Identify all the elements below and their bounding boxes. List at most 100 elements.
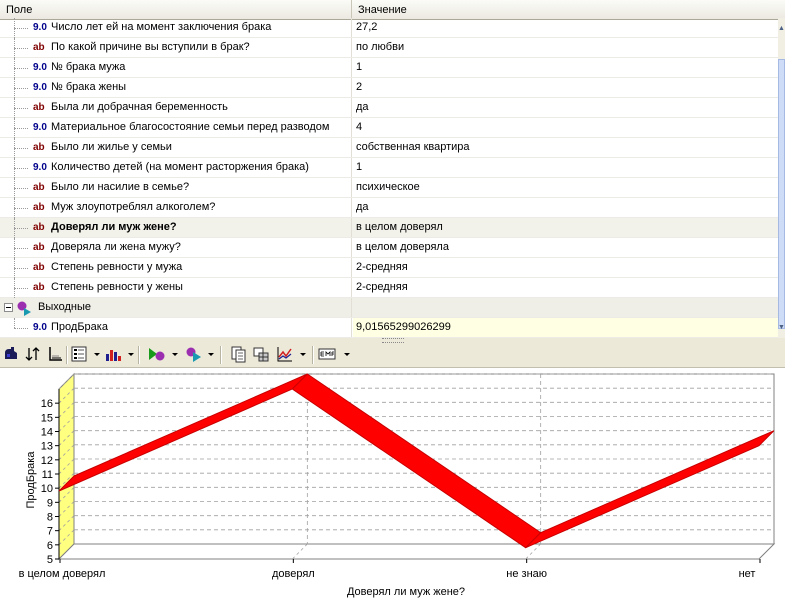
line-chart: 5 6 7 8 9 10 11 12 13 14 15 16 в целом доверял доверя… [19,372,776,598]
field-cell[interactable]: 9.0 № брака мужа [0,58,352,78]
field-cell[interactable]: 9.0 Число лет ей на момент заключения бра… [0,18,352,38]
text-type-icon: ab [33,202,45,213]
y-tick-label: 13 [41,441,53,453]
grid-row[interactable]: 9.0 № брака жены 2 [0,78,778,98]
vertical-scrollbar[interactable]: ▲ ▼ [778,18,785,338]
field-cell[interactable]: ab Муж злоупотреблял алкоголем? [0,198,352,218]
series-point [532,539,534,541]
column-header-field[interactable]: Поле [0,0,352,19]
grid-row[interactable]: ab Степень ревности у мужа 2-средняя [0,258,778,278]
field-cell[interactable]: ab Доверял ли муж жене? [0,218,352,238]
grid-row[interactable]: ab Было ли насилие в семье? психическое [0,178,778,198]
value-cell[interactable]: собственная квартира [353,138,778,157]
grid-row[interactable]: ab Была ли добрачная беременность да [0,98,778,118]
grid-row[interactable]: 9.0 № брака мужа 1 [0,58,778,78]
value-cell[interactable]: да [353,98,778,117]
chart-floor [57,543,776,560]
field-cell[interactable]: ab Степень ревности у жены [0,278,352,298]
value-cell[interactable]: в целом доверял [353,218,778,237]
value-cell[interactable]: 1 [353,158,778,177]
field-cell[interactable]: ab Была ли добрачная беременность [0,98,352,118]
x-tick-label: в целом доверял [19,568,106,580]
data-table-icon[interactable] [252,345,270,365]
grid-row[interactable]: 9.0 Количество детей (на момент расторжен… [0,158,778,178]
y-tick-label: 6 [47,540,53,552]
tree-line [14,128,28,129]
field-cell[interactable]: ab По какой причине вы вступили в брак? [0,38,352,58]
value-cell[interactable]: 9,01565299026299 [353,318,778,337]
series-point [66,483,67,484]
value-cell[interactable]: 1 [353,58,778,77]
grid-row[interactable]: ab Доверял ли муж жене? в целом доверял [0,218,778,238]
sort-icon[interactable] [24,345,42,365]
value-cell[interactable]: 2-средняя [353,258,778,277]
input-field-dropdown-icon[interactable] [172,353,178,356]
field-cell[interactable]: ab Доверяла ли жена мужу? [0,238,352,258]
field-label: Муж злоупотреблял алкоголем? [51,201,216,213]
chart-toolbar [0,343,785,368]
collapse-icon[interactable] [4,303,13,312]
value-cell[interactable]: 2 [353,78,778,97]
value-cell[interactable]: психическое [353,178,778,197]
field-cell[interactable]: ab Было ли жилье у семьи [0,138,352,158]
bar-chart-dropdown-icon[interactable] [128,353,134,356]
grid-row[interactable]: ab Доверяла ли жена мужу? в целом доверяла [0,238,778,258]
field-cell[interactable]: 9.0 № брака жены [0,78,352,98]
legend-icon[interactable] [70,345,88,365]
value-cell[interactable]: 27,2 [353,18,778,37]
y-axis-title: ПродБрака [25,451,37,509]
palette-icon[interactable] [2,345,20,365]
value-cell[interactable]: в целом доверяла [353,238,778,257]
grid-row[interactable]: ab Было ли жилье у семьи собственная кварт… [0,138,778,158]
grid-row[interactable]: ab Степень ревности у жены 2-средняя [0,278,778,298]
tree-line [14,268,28,269]
chart-panel: 5 6 7 8 9 10 11 12 13 14 15 16 в целом доверял доверя… [0,368,785,602]
value-cell[interactable]: по любви [353,38,778,57]
grid-row[interactable]: 9.0 Материальное благосостояние семьи пер… [0,118,778,138]
legend-dropdown-icon[interactable] [94,353,100,356]
numeric-type-icon: 9.0 [33,82,47,93]
export-emf-icon[interactable] [318,345,336,365]
grid-row[interactable]: 9.0 ПродБрака 9,01565299026299 [0,318,778,338]
scroll-thumb[interactable] [778,59,785,329]
export-dropdown-icon[interactable] [344,353,350,356]
group-row-outputs[interactable]: Выходные [0,298,778,318]
field-label: Было ли жилье у семьи [51,141,172,153]
field-label: Была ли добрачная беременность [51,101,228,113]
value-cell[interactable]: 2-средняя [353,278,778,297]
output-field-dropdown-icon[interactable] [208,353,214,356]
tree-line [14,188,28,189]
grid-row[interactable]: ab Муж злоупотреблял алкоголем? да [0,198,778,218]
text-type-icon: ab [33,222,45,233]
text-type-icon: ab [33,262,45,273]
field-cell[interactable]: 9.0 ПродБрака [0,318,352,337]
scroll-up-icon[interactable]: ▲ [778,24,785,33]
output-field-icon[interactable] [184,345,202,365]
axes-icon[interactable] [46,345,64,365]
field-cell[interactable]: ab Степень ревности у мужа [0,258,352,278]
y-tick-label: 15 [41,412,53,424]
text-type-icon: ab [33,282,45,293]
grid-row[interactable]: ab По какой причине вы вступили в брак? по… [0,38,778,58]
field-cell[interactable]: Выходные [0,298,352,317]
toolbar-separator [66,346,68,364]
value-cell[interactable]: 4 [353,118,778,137]
field-cell[interactable]: 9.0 Количество детей (на момент расторжен… [0,158,352,178]
field-label: № брака мужа [51,61,126,73]
value-cell[interactable]: да [353,198,778,217]
field-label: Число лет ей на момент заключения брака [51,21,272,33]
copy-icon[interactable] [230,345,248,365]
field-cell[interactable]: 9.0 Материальное благосостояние семьи пер… [0,118,352,138]
bar-chart-icon[interactable] [104,345,122,365]
column-header-value[interactable]: Значение [352,0,780,19]
text-type-icon: ab [33,102,45,113]
field-cell[interactable]: ab Было ли насилие в семье? [0,178,352,198]
line-chart-icon[interactable] [276,345,294,365]
grid-row[interactable]: 9.0 Число лет ей на момент заключения бра… [0,18,778,38]
input-field-icon[interactable] [148,345,166,365]
y-tick-label: 7 [47,526,53,538]
series-point [766,437,767,439]
group-label: Выходные [38,301,92,313]
scroll-down-icon[interactable]: ▼ [778,323,785,332]
line-chart-dropdown-icon[interactable] [300,353,306,356]
